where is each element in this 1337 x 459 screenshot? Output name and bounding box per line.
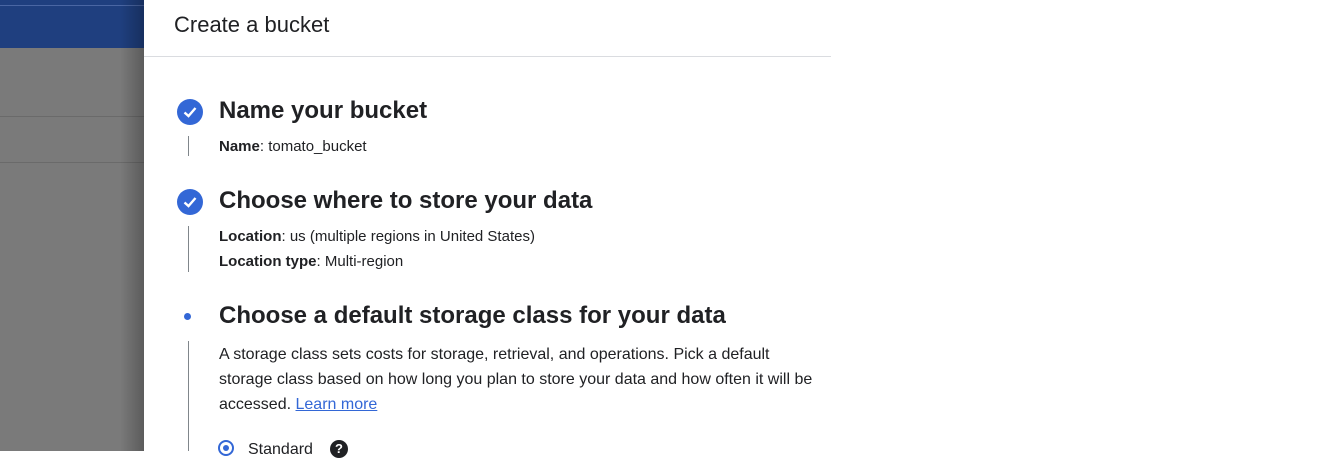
help-icon[interactable]: ? — [330, 440, 348, 458]
learn-more-link[interactable]: Learn more — [296, 396, 378, 413]
check-circle-icon — [177, 99, 203, 125]
summary-value: : tomato_bucket — [259, 138, 367, 155]
step-title-name-bucket[interactable]: Name your bucket — [219, 97, 427, 125]
step-title-location[interactable]: Choose where to store your data — [219, 187, 592, 215]
summary-value: : Multi-region — [316, 253, 404, 270]
standard-radio-label[interactable]: Standard — [248, 441, 313, 459]
summary-label: Location — [219, 228, 282, 245]
step-summary-location: Location: us (multiple regions in United… — [219, 228, 535, 245]
step-summary-name: Name: tomato_bucket — [219, 138, 367, 155]
standard-radio[interactable] — [218, 440, 234, 456]
panel-shadow — [120, 0, 144, 451]
panel-header: Create a bucket — [144, 0, 831, 57]
summary-label: Location type — [219, 253, 317, 270]
summary-label: Name — [219, 138, 260, 155]
storage-class-description: A storage class sets costs for storage, … — [219, 342, 819, 417]
active-step-dot-icon — [184, 313, 191, 320]
step-connector — [188, 226, 189, 272]
step-summary-location-type: Location type: Multi-region — [219, 253, 403, 270]
create-bucket-panel: Create a bucket Name your bucket Name: t… — [144, 0, 831, 458]
background-overlay[interactable] — [0, 0, 144, 451]
summary-value: : us (multiple regions in United States) — [281, 228, 535, 245]
step-title-storage-class: Choose a default storage class for your … — [219, 302, 726, 329]
panel-title: Create a bucket — [174, 12, 330, 37]
check-circle-icon — [177, 189, 203, 215]
step-connector — [188, 136, 189, 156]
step-connector — [188, 341, 189, 451]
